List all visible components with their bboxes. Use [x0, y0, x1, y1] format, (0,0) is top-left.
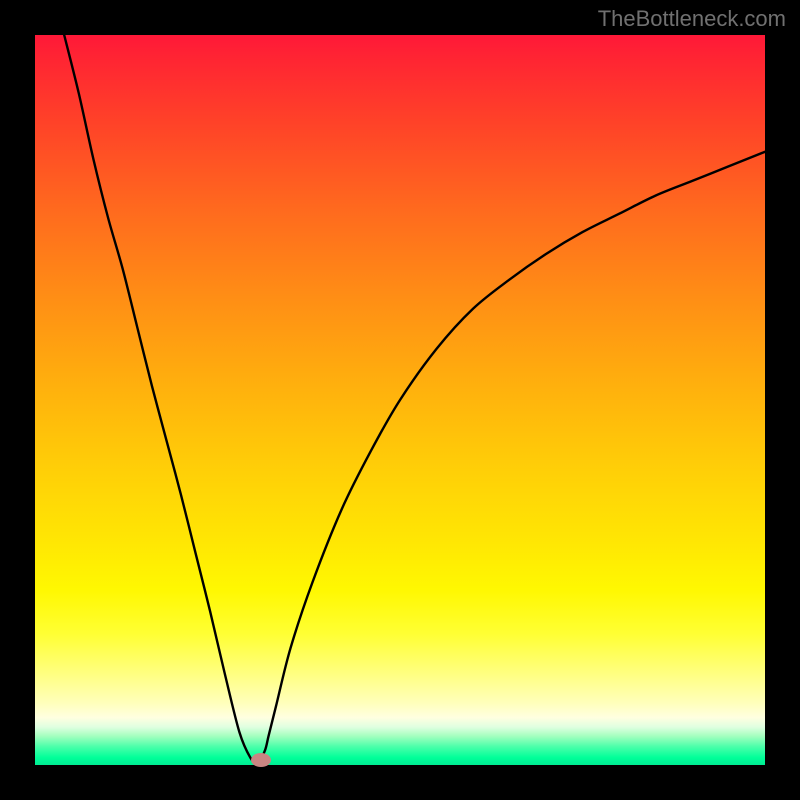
chart-gradient-background — [35, 35, 765, 765]
watermark-text: TheBottleneck.com — [598, 6, 786, 32]
bottleneck-curve — [64, 35, 765, 764]
optimal-point-marker — [251, 753, 271, 767]
chart-svg — [35, 35, 765, 765]
